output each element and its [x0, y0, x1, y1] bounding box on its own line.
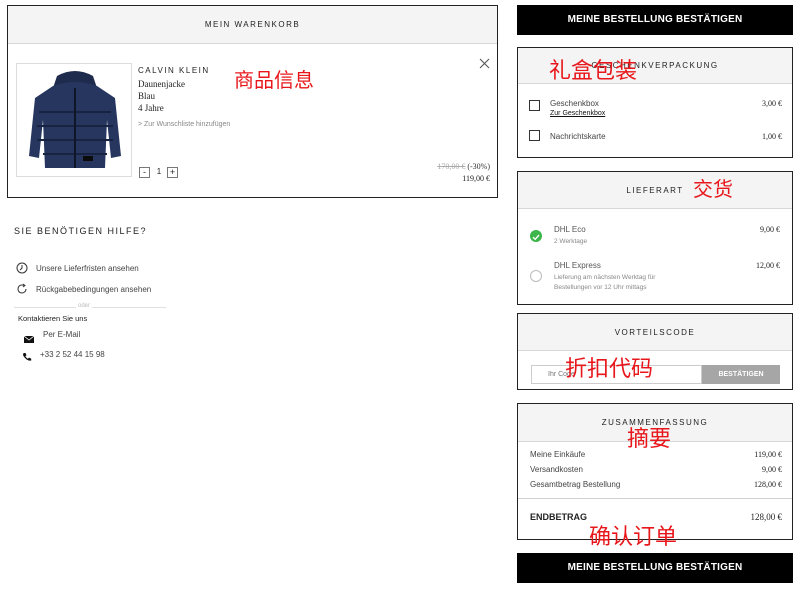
dhl-eco-name: DHL Eco — [554, 225, 586, 234]
summary-purchases-value: 119,00 € — [754, 450, 782, 459]
current-price: 119,00 € — [462, 174, 490, 183]
summary-shipping-value: 9,00 € — [762, 465, 782, 474]
summary-purchases-label: Meine Einkäufe — [530, 450, 586, 459]
summary-divider — [518, 498, 792, 499]
annotation-delivery: 交货 — [693, 177, 733, 201]
price-old-line: 170,00 € (-30%) — [408, 162, 490, 171]
summary-panel: ZUSAMMENFASSUNG Meine Einkäufe 119,00 € … — [517, 403, 793, 540]
product-brand: CALVIN KLEIN — [138, 66, 210, 75]
mail-icon — [23, 330, 35, 343]
annotation-confirm: 确认订单 — [589, 525, 678, 550]
discount-badge: (-30%) — [467, 162, 490, 171]
cart-title: MEIN WARENKORB — [8, 6, 497, 44]
message-card-label: Nachrichtskarte — [550, 132, 606, 141]
final-total-label: ENDBETRAG — [530, 512, 588, 522]
delivery-title: LIEFERART — [518, 172, 792, 209]
gift-box-price: 3,00 € — [762, 99, 782, 108]
final-total-value: 128,00 € — [750, 512, 783, 522]
email-contact-link[interactable]: Per E-Mail — [43, 330, 80, 339]
returns-link[interactable]: Rückgabebedingungen ansehen — [36, 285, 151, 294]
product-color: Blau — [138, 91, 155, 101]
qty-minus-button[interactable]: - — [139, 167, 150, 178]
dhl-express-desc-1: Lieferung am nächsten Werktag für — [554, 274, 656, 281]
dhl-express-desc-2: Bestellungen vor 12 Uhr mittags — [554, 284, 647, 291]
phone-icon — [22, 349, 32, 361]
qty-plus-button[interactable]: + — [167, 167, 178, 178]
old-price: 170,00 € — [437, 162, 466, 171]
annotation-summary: 摘要 — [627, 427, 672, 452]
jacket-image — [29, 71, 121, 168]
dhl-eco-price: 9,00 € — [760, 225, 780, 234]
gift-box-checkbox[interactable] — [529, 100, 540, 111]
gift-box-label: Geschenkbox — [550, 99, 599, 108]
dhl-express-radio[interactable] — [530, 270, 542, 282]
help-title: SIE BENÖTIGEN HILFE? — [14, 226, 148, 236]
summary-total-order-value: 128,00 € — [754, 480, 782, 489]
delivery-panel: LIEFERART DHL Eco 2 Werktage 9,00 € DHL … — [517, 171, 793, 305]
annotation-voucher: 折扣代码 — [565, 357, 654, 382]
message-card-price: 1,00 € — [762, 132, 782, 141]
contact-title: Kontaktieren Sie uns — [18, 314, 88, 323]
voucher-title: VORTEILSCODE — [518, 314, 792, 351]
check-icon — [532, 234, 540, 241]
phone-number[interactable]: +33 2 52 44 15 98 — [40, 350, 105, 359]
product-name: Daunenjacke — [138, 79, 185, 89]
refresh-icon — [16, 282, 28, 294]
gift-box-link[interactable]: Zur Geschenkbox — [550, 110, 605, 117]
help-divider-text: oder — [76, 303, 93, 309]
annotation-gift: 礼盒包装 — [549, 59, 638, 84]
summary-total-order-label: Gesamtbetrag Bestellung — [530, 480, 621, 489]
voucher-panel: VORTEILSCODE BESTÄTIGEN — [517, 313, 793, 390]
wishlist-link[interactable]: > Zur Wunschliste hinzufügen — [138, 121, 230, 128]
clock-icon — [16, 261, 28, 274]
summary-shipping-label: Versandkosten — [530, 465, 583, 474]
dhl-eco-radio-selected[interactable] — [530, 230, 542, 242]
close-icon[interactable] — [479, 56, 490, 69]
product-image[interactable] — [16, 63, 132, 177]
confirm-order-button-bottom[interactable]: MEINE BESTELLUNG BESTÄTIGEN — [517, 553, 793, 583]
message-card-checkbox[interactable] — [529, 130, 540, 141]
confirm-order-button-top[interactable]: MEINE BESTELLUNG BESTÄTIGEN — [517, 5, 793, 35]
annotation-product-info: 商品信息 — [234, 68, 314, 92]
dhl-eco-desc: 2 Werktage — [554, 238, 588, 245]
voucher-apply-button[interactable]: BESTÄTIGEN — [702, 365, 780, 384]
dhl-express-price: 12,00 € — [756, 261, 780, 270]
cart-panel: MEIN WARENKORB CALVIN KLEIN Daunenjacke … — [7, 5, 498, 198]
product-size: 4 Jahre — [138, 103, 164, 113]
delivery-times-link[interactable]: Unsere Lieferfristen ansehen — [36, 264, 139, 273]
dhl-express-name: DHL Express — [554, 261, 601, 270]
qty-value[interactable]: 1 — [154, 167, 164, 176]
